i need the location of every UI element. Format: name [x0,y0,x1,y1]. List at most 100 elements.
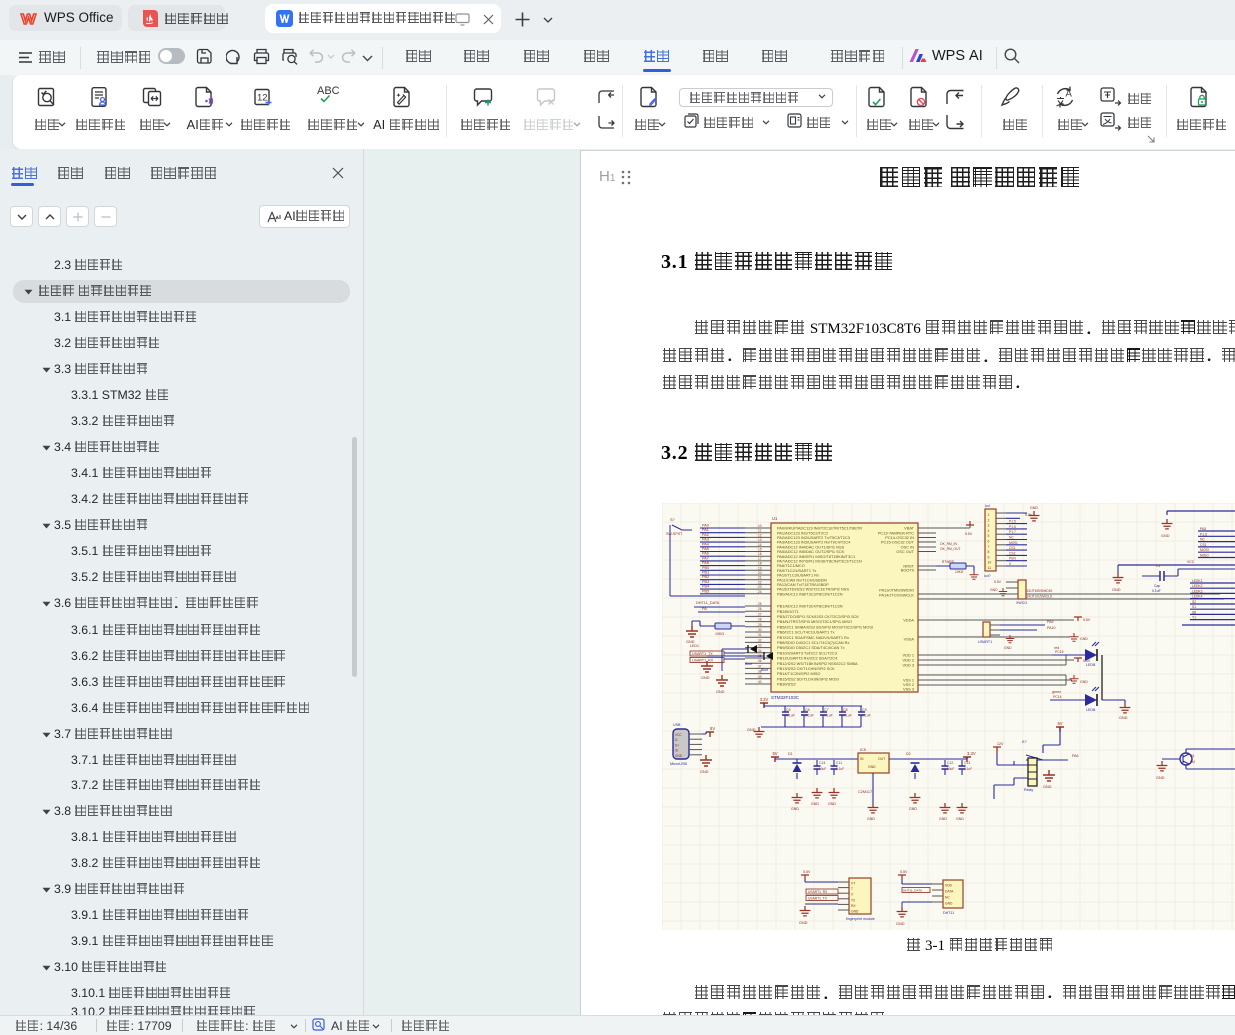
svg-text:LEDK4: LEDK4 [1192,595,1203,599]
svg-text:10KΩ: 10KΩ [715,632,724,636]
svg-text:C14: C14 [819,761,825,765]
svg-text:GND: GND [811,802,819,806]
svg-text:PB0/ADC12 IN8/T3C3/T8C2N/T1C2N: PB0/ADC12 IN8/T3C3/T8C2N/T1C2N [777,591,843,596]
svg-text:DHT11_DATA: DHT11_DATA [903,889,923,893]
svg-text:SW-SPST: SW-SPST [666,532,683,536]
svg-text:LED1: LED1 [690,644,699,648]
svg-text:GND: GND [1112,588,1121,592]
svg-text:LEDB: LEDB [1086,708,1096,712]
svg-text:GND: GND [716,690,725,694]
svg-text:DATA: DATA [945,890,954,894]
svg-text:GND: GND [1119,716,1128,720]
svg-text:C11: C11 [836,761,842,765]
svg-text:5.5V: 5.5V [994,580,1002,584]
svg-text:ABC: ABC [317,85,340,97]
svg-text:GND: GND [1004,646,1012,650]
svg-text:PB2: PB2 [702,575,709,579]
svg-text:C12: C12 [947,761,953,765]
svg-text:GND: GND [701,676,710,680]
svg-text:PA5: PA5 [1200,527,1206,531]
svg-text:PB5: PB5 [702,589,709,593]
svg-text:0.1uF: 0.1uF [824,714,833,718]
svg-text:GND: GND [909,807,917,811]
svg-text:GND: GND [1161,534,1170,538]
svg-text:NC: NC [945,896,950,900]
svg-text:21: 21 [758,576,762,580]
svg-text:USB: USB [673,723,681,727]
svg-text:2: 2 [988,518,990,522]
svg-text:32: 32 [758,638,762,642]
svg-text:MOSI: MOSI [1200,548,1209,552]
svg-text:10: 10 [758,524,762,528]
svg-text:PEN: PEN [1009,557,1016,561]
svg-text:19: 19 [758,566,762,570]
svg-text:40: 40 [758,680,762,684]
svg-text:GND: GND [867,817,875,821]
svg-text:S2: S2 [1192,600,1196,604]
svg-text:PA0: PA0 [702,524,709,528]
svg-text:S1: S1 [1192,605,1196,609]
svg-text:5V: 5V [772,751,777,756]
svg-text:5.5V: 5.5V [1083,618,1091,622]
svg-text:1: 1 [988,513,990,517]
svg-text:PA10: PA10 [1047,626,1056,630]
svg-text:PA7: PA7 [702,556,709,560]
svg-text:OSC OUT: OSC OUT [896,549,914,554]
svg-text:PA5: PA5 [702,547,709,551]
svg-text:31: 31 [758,633,762,637]
svg-text:3.3V: 3.3V [967,751,976,756]
svg-text:5V: 5V [710,726,715,731]
svg-text:S?: S? [670,518,675,522]
svg-text:0.1uF: 0.1uF [836,767,844,771]
svg-text:PA: PA [702,607,707,611]
svg-text:D-: D- [675,738,678,742]
svg-text:C2M117: C2M117 [858,790,872,794]
svg-text:3.3V: 3.3V [760,697,769,702]
svg-text:27: 27 [758,612,762,616]
svg-text:4: 4 [988,529,990,533]
svg-text:P1.6: P1.6 [1009,525,1016,529]
svg-text:33: 33 [758,644,762,648]
svg-text:GND: GND [675,754,683,758]
svg-text:VDDA: VDDA [903,618,914,623]
svg-text:GND: GND [1080,637,1088,641]
svg-text:CS1: CS1 [1200,543,1207,547]
svg-text:GND: GND [747,728,756,732]
svg-text:13: 13 [758,538,762,542]
svg-text:USART1_RX: USART1_RX [692,659,714,663]
svg-text:K?: K? [1022,740,1027,744]
svg-text:23: 23 [758,585,762,589]
svg-text:C8: C8 [843,708,848,712]
svg-text:OK_RM_IN: OK_RM_IN [940,542,957,546]
svg-text:0.1uF: 0.1uF [805,714,814,718]
svg-text:lcd: lcd [985,504,990,508]
svg-text:20: 20 [758,571,762,575]
svg-text:28: 28 [758,618,762,622]
svg-text:IN: IN [860,757,864,761]
svg-text:14: 14 [758,543,762,547]
svg-text:11: 11 [758,529,762,533]
svg-text:5.5V: 5.5V [1025,513,1033,517]
svg-text:GND: GND [1030,506,1038,510]
svg-text:25: 25 [758,602,762,606]
svg-text:Q1: Q1 [1190,754,1195,758]
svg-text:A: A [1066,89,1073,100]
svg-text:GND: GND [828,802,836,806]
svg-text:GND: GND [945,902,953,906]
svg-text:D+: D+ [675,743,679,747]
svg-text:CS1: CS1 [1009,546,1016,550]
svg-text:PA9: PA9 [1047,620,1054,624]
svg-text:10uF: 10uF [947,767,954,771]
svg-text:Y1: Y1 [1192,616,1196,620]
svg-text:DHT11_DATA: DHT11_DATA [696,601,720,605]
svg-text:PA14/JTCK/SWCLK: PA14/JTCK/SWCLK [1022,595,1053,599]
svg-text:USART1_TX: USART1_TX [808,897,828,901]
svg-text:lcd?: lcd? [984,574,991,578]
svg-text:VSS 3: VSS 3 [903,687,914,692]
svg-text:17: 17 [758,557,762,561]
svg-text:36: 36 [758,659,762,663]
svg-text:P1.5: P1.5 [1009,520,1016,524]
svg-text:RX: RX [851,904,856,908]
svg-text:8M: 8M [1190,760,1195,764]
svg-text:10KΩ: 10KΩ [955,570,964,574]
